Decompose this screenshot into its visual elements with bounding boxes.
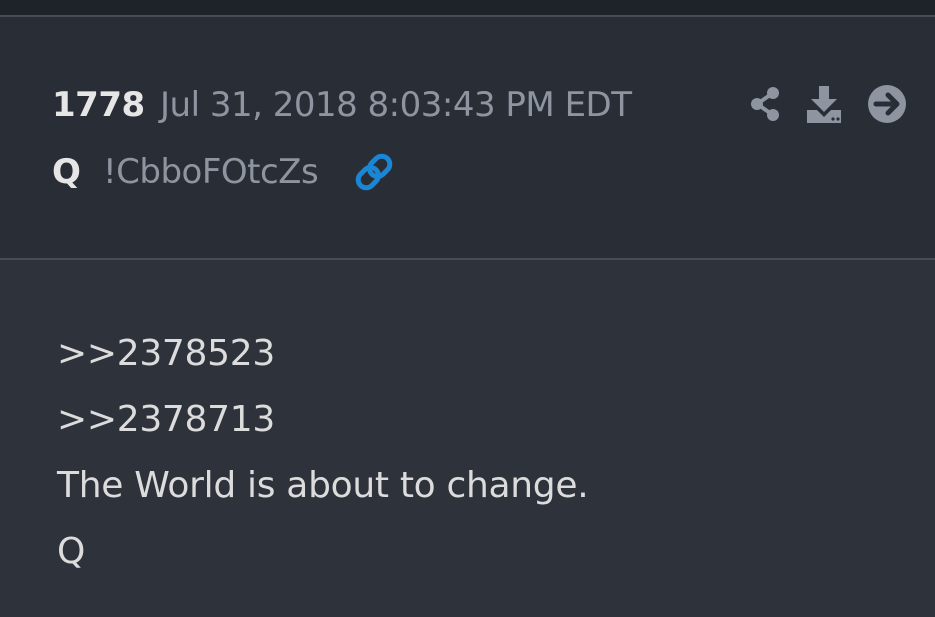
post-reference-link[interactable]: >>2378713 [57,398,275,442]
post-number[interactable]: 1778 [52,85,145,125]
author-name: Q [52,152,81,192]
download-icon[interactable] [804,84,844,124]
post-timestamp: Jul 31, 2018 8:03:43 PM EDT [160,85,632,125]
link-icon[interactable] [352,150,396,194]
header-divider [0,258,935,260]
post-header [0,17,935,258]
post-body-text: The World is about to change. [57,465,589,506]
post-reference-link[interactable]: >>2378523 [57,332,275,376]
post-signature: Q [57,531,86,572]
arrow-right-circle-icon[interactable] [867,84,907,124]
top-strip [0,0,935,15]
share-icon[interactable] [746,84,786,124]
tripcode: !CbboFOtcZs [103,152,319,192]
